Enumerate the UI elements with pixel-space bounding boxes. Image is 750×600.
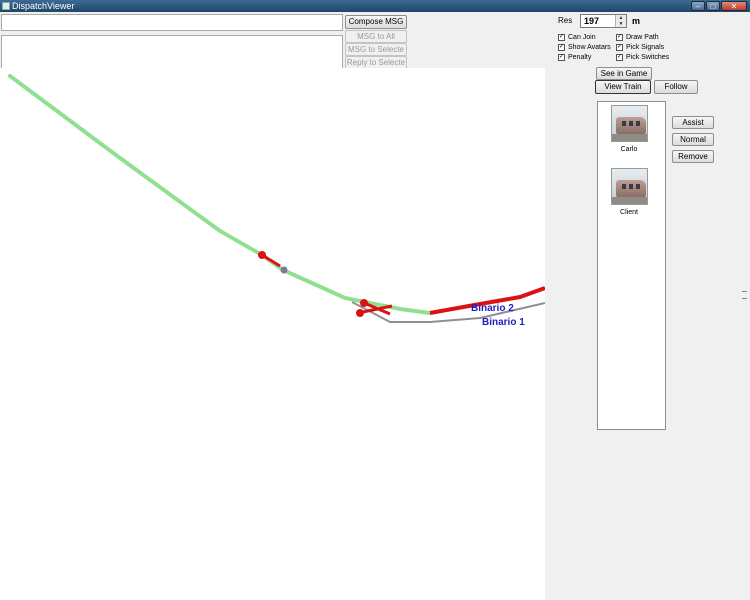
train-item-client[interactable]: Client xyxy=(609,168,649,216)
compose-msg-button[interactable]: Compose MSG xyxy=(345,15,407,29)
train-list[interactable]: Carlo Client xyxy=(597,101,666,430)
train-avatar xyxy=(610,105,648,142)
title-bar: DispatchViewer – □ ✕ xyxy=(0,0,750,12)
normal-button[interactable]: Normal xyxy=(672,133,714,146)
splitter-grip-icon[interactable] xyxy=(742,291,747,299)
checkbox-check-icon: ✓ xyxy=(558,44,565,51)
signal-marker-lower xyxy=(356,309,364,317)
checkbox-check-icon: ✓ xyxy=(558,34,565,41)
train-avatar xyxy=(610,168,648,205)
train-path xyxy=(8,74,432,315)
dispatch-map[interactable]: Binario 2 Binario 1 xyxy=(0,68,545,600)
maximize-button[interactable]: □ xyxy=(706,1,720,11)
checkbox-check-icon: ✓ xyxy=(616,54,623,61)
follow-button[interactable]: Follow xyxy=(654,80,698,94)
track-label-binario-1: Binario 1 xyxy=(482,317,525,328)
remove-button[interactable]: Remove xyxy=(672,150,714,163)
res-label: Res xyxy=(558,16,573,25)
see-in-game-button[interactable]: See in Game xyxy=(596,67,652,80)
assist-button[interactable]: Assist xyxy=(672,116,714,129)
checkbox-check-icon: ✓ xyxy=(616,44,623,51)
train-name: Client xyxy=(620,209,638,216)
switch-marker xyxy=(280,266,288,274)
spin-down-icon[interactable]: ▼ xyxy=(615,21,626,27)
app-icon xyxy=(2,2,10,10)
res-unit: m xyxy=(632,16,641,26)
signal-marker-upper xyxy=(360,299,368,307)
message-input[interactable] xyxy=(1,14,343,31)
res-value: 197 xyxy=(584,16,600,26)
msg-to-all-button[interactable]: MSG to All xyxy=(345,30,407,43)
minimize-button[interactable]: – xyxy=(691,1,705,11)
msg-to-selected-button[interactable]: MSG to Selecte xyxy=(345,43,407,56)
checkbox-check-icon: ✓ xyxy=(558,54,565,61)
signal-marker xyxy=(258,251,266,259)
train-name: Carlo xyxy=(620,146,638,153)
message-history[interactable] xyxy=(1,35,343,69)
checkbox-check-icon: ✓ xyxy=(616,34,623,41)
view-train-button[interactable]: View Train xyxy=(595,80,651,94)
track-label-binario-2: Binario 2 xyxy=(471,303,514,314)
res-stepper[interactable]: 197 ▲ ▼ xyxy=(580,14,627,28)
train-item-carlo[interactable]: Carlo xyxy=(609,105,649,153)
close-button[interactable]: ✕ xyxy=(721,1,747,11)
track-diagram xyxy=(8,74,545,323)
window-title: DispatchViewer xyxy=(12,1,75,11)
